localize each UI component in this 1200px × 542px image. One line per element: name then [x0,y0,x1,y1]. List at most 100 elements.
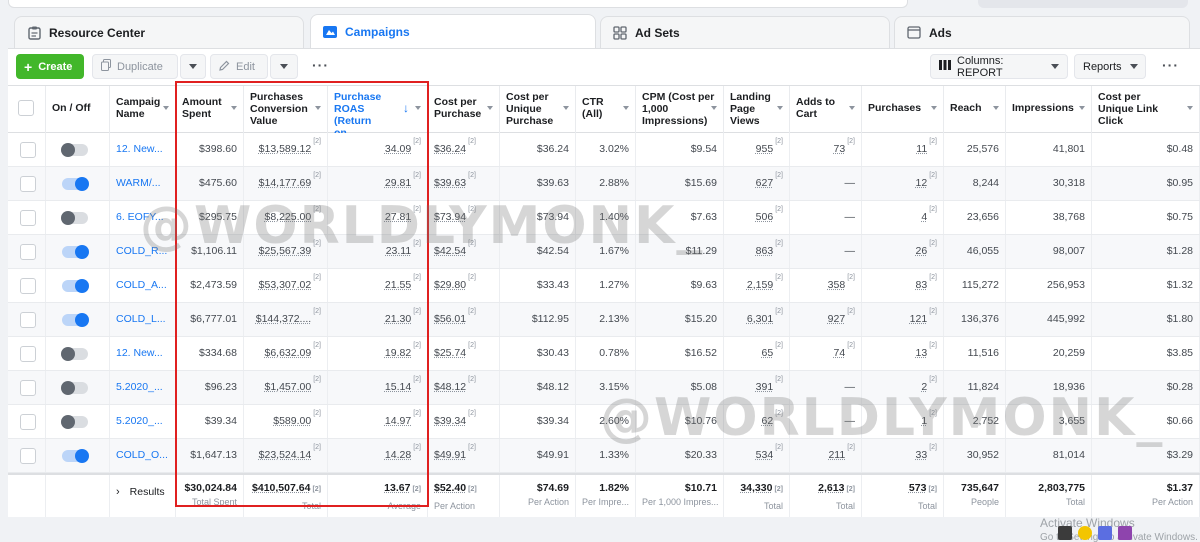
delivery-toggle[interactable] [62,177,89,191]
tab-ad-sets[interactable]: Ad Sets [600,16,890,48]
footnote-mark: [2] [929,206,937,213]
ctr-cell: 0.78% [576,337,636,370]
table-header: On / Off Campaig Name Amount Spent Purch… [8,85,1200,133]
ctr-cell: 2.60% [576,405,636,438]
more-options-icon[interactable]: ··· [312,57,329,73]
table-row[interactable]: COLD_A... $2,473.59 $53,307.02[2] 21.55[2] $… [8,269,1200,303]
header-purchases[interactable]: Purchases [862,86,944,133]
delivery-toggle[interactable] [61,143,88,157]
header-adds-to-cart[interactable]: Adds to Cart [790,86,862,133]
table-row[interactable]: 5.2020_... $96.23 $1,457.00[2] 15.14[2] $48.… [8,371,1200,405]
cpm-cell: $15.69 [636,167,724,200]
header-ctr[interactable]: CTR (All) [576,86,636,133]
on-off-cell [46,235,110,268]
header-cost-per-purchase[interactable]: Cost per Purchase [428,86,500,133]
total-sublabel: Total Spent [191,497,237,507]
row-checkbox[interactable] [20,448,36,464]
create-button[interactable]: + Create [16,54,84,79]
select-all-checkbox[interactable] [18,100,34,116]
cell-value: $14,177.69 [258,177,312,189]
campaign-name-link[interactable]: COLD_L... [110,303,176,336]
delivery-toggle[interactable] [61,347,88,361]
results-toggle[interactable]: › Results [110,475,176,517]
header-reach[interactable]: Reach [944,86,1006,133]
roas-cell: 29.81[2] [328,167,428,200]
campaign-name-link[interactable]: COLD_O... [110,439,176,472]
row-checkbox[interactable] [20,244,36,260]
duplicate-button[interactable]: Duplicate [92,54,178,79]
table-row[interactable]: COLD_R... $1,106.11 $25,567.39[2] 23.11[2] $… [8,235,1200,269]
table-row[interactable]: COLD_L... $6,777.01 $144,372....[2] 21.30[2… [8,303,1200,337]
row-checkbox[interactable] [20,210,36,226]
footnote-mark: [2] [847,444,855,451]
delivery-toggle[interactable] [62,449,89,463]
campaign-name-link[interactable]: 6. EOFY... [110,201,176,234]
cell-value: $0.48 [1166,143,1193,155]
header-cost-per-unique-link-click[interactable]: Cost per Unique Link Click [1092,86,1200,133]
campaign-name-link[interactable]: 5.2020_... [110,405,176,438]
table-row[interactable]: 5.2020_... $39.34 $589.00[2] 14.97[2] $39.34… [8,405,1200,439]
delivery-toggle[interactable] [61,211,88,225]
row-checkbox[interactable] [20,414,36,430]
table-row[interactable]: 12. New... $398.60 $13,589.12[2] 34.09[2] $3… [8,133,1200,167]
header-conversion-value[interactable]: Purchases Conversion Value [244,86,328,133]
footnote-mark: [2] [313,274,321,281]
cell-value: 30,318 [1052,177,1085,189]
row-checkbox[interactable] [20,346,36,362]
cost-per-unique-link-click-cell: $3.29 [1092,439,1200,472]
header-impressions[interactable]: Impressions [1006,86,1092,133]
header-cost-per-unique-purchase[interactable]: Cost per Unique Purchase [500,86,576,133]
duplicate-dropdown[interactable] [180,54,206,79]
header-landing-page-views[interactable]: Landing Page Views [724,86,790,133]
header-select-all[interactable] [8,86,46,133]
header-purchase-roas[interactable]: Purchase ROAS (Return on… ↓ [328,86,428,133]
totals-spacer [8,475,46,517]
campaign-name-link[interactable]: COLD_A... [110,269,176,302]
campaign-name-link[interactable]: WARM/... [110,167,176,200]
more-options-icon[interactable]: ··· [1162,57,1179,73]
campaign-name-link[interactable]: COLD_R... [110,235,176,268]
campaign-name-link[interactable]: 5.2020_... [110,371,176,404]
cell-value: 2.13% [599,313,629,325]
delivery-toggle[interactable] [62,313,89,327]
delivery-toggle[interactable] [61,381,88,395]
cost-per-unique-link-click-cell: $0.48 [1092,133,1200,166]
cell-value: 98,007 [1052,245,1085,257]
table-row[interactable]: 6. EOFY... $295.75 $8,225.00[2] 27.81[2] $73… [8,201,1200,235]
sort-caret-icon [1187,106,1193,110]
delivery-toggle[interactable] [61,415,88,429]
cost-per-unique-link-click-cell: $0.75 [1092,201,1200,234]
tab-campaigns[interactable]: Campaigns [310,14,596,48]
tab-ads[interactable]: Ads [894,16,1190,48]
reports-button[interactable]: Reports [1074,54,1146,79]
row-checkbox[interactable] [20,312,36,328]
purchases-cell: 33[2] [862,439,944,472]
footnote-mark: [2] [847,308,855,315]
campaign-name-link[interactable]: 12. New... [110,133,176,166]
delivery-toggle[interactable] [62,245,89,259]
columns-button[interactable]: Columns: REPORT [930,54,1068,79]
row-checkbox[interactable] [20,176,36,192]
table-row[interactable]: WARM/... $475.60 $14,177.69[2] 29.81[2] $39.… [8,167,1200,201]
row-checkbox[interactable] [20,142,36,158]
toggle-knob [61,347,75,361]
table-row[interactable]: 12. New... $334.68 $6,632.09[2] 19.82[2] $25… [8,337,1200,371]
header-amount-spent[interactable]: Amount Spent [176,86,244,133]
header-cpm[interactable]: CPM (Cost per 1,000 Impressions) [636,86,724,133]
chevron-down-icon [280,64,288,69]
table-row[interactable]: COLD_O... $1,647.13 $23,524.14[2] 14.28[2] $… [8,439,1200,473]
row-checkbox[interactable] [20,380,36,396]
total-sublabel: Total [917,501,937,511]
purchases-cell: 1[2] [862,405,944,438]
roas-cell: 14.97[2] [328,405,428,438]
edit-button[interactable]: Edit [210,54,268,79]
cell-value: 21.30 [384,313,412,325]
tab-resource-center[interactable]: Resource Center [14,16,304,48]
landing-page-views-cell: 2,159[2] [724,269,790,302]
header-campaign-name[interactable]: Campaig Name [110,86,176,133]
campaign-name-link[interactable]: 12. New... [110,337,176,370]
cell-value: 29.81 [384,177,412,189]
delivery-toggle[interactable] [62,279,89,293]
edit-dropdown[interactable] [270,54,298,79]
row-checkbox[interactable] [20,278,36,294]
